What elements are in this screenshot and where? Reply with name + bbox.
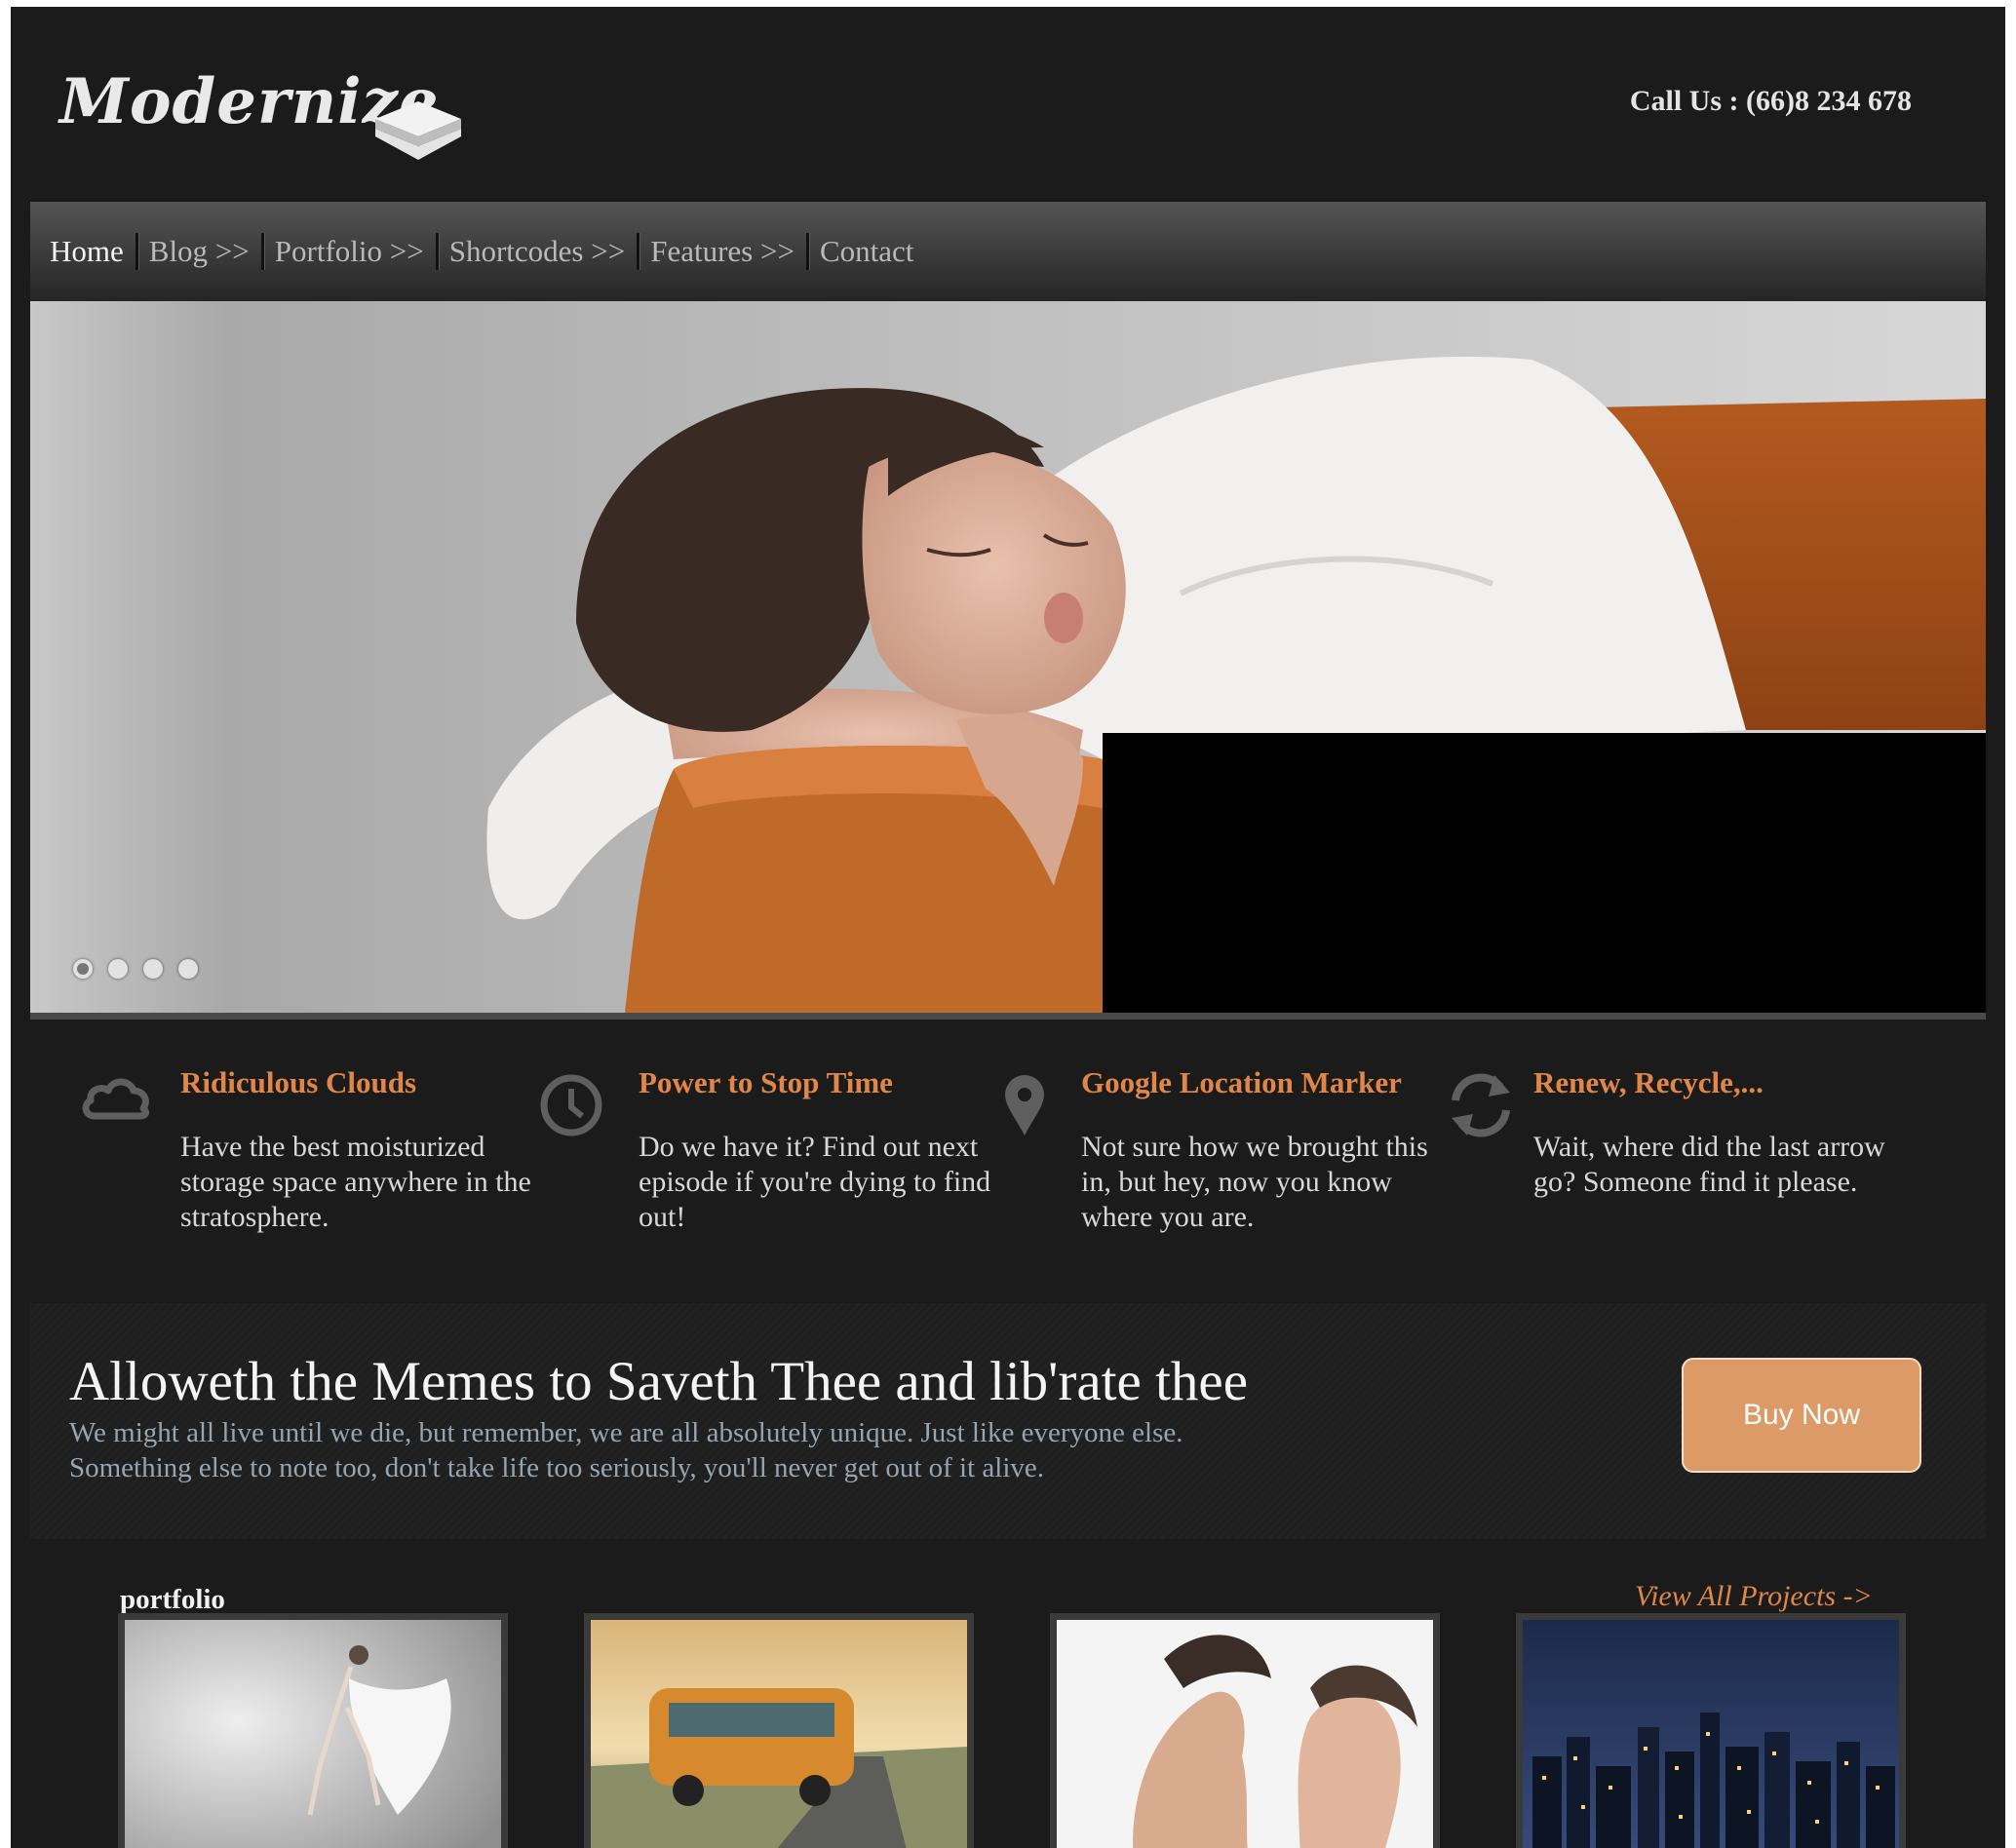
- feature-title: Renew, Recycle,...: [1533, 1065, 1764, 1099]
- promo-line-2: Something else to note too, don't take l…: [69, 1452, 1045, 1483]
- city-night-image: [1523, 1620, 1899, 1848]
- slide-caption-box: [1103, 733, 1986, 1013]
- buy-now-button[interactable]: Buy Now: [1682, 1358, 1921, 1473]
- slider-dot-2[interactable]: [108, 959, 128, 979]
- nav-item-home[interactable]: Home: [50, 234, 124, 269]
- nav-item-blog[interactable]: Blog >>: [149, 234, 250, 269]
- nav-separator: [135, 233, 138, 270]
- nav-separator: [435, 233, 439, 270]
- feature-title: Google Location Marker: [1081, 1065, 1402, 1099]
- portfolio-thumb-3[interactable]: [1050, 1613, 1440, 1848]
- nav-item-features[interactable]: Features >>: [650, 234, 795, 269]
- feature-title: Power to Stop Time: [639, 1065, 893, 1099]
- dancer-image: [125, 1620, 501, 1848]
- feature-text: Do we have it? Find out next episode if …: [639, 1131, 991, 1233]
- promo-line-1: We might all live until we die, but reme…: [69, 1417, 1183, 1448]
- view-all-projects-link[interactable]: View All Projects ->: [1635, 1580, 1873, 1613]
- promo-heading: Alloweth the Memes to Saveth Thee and li…: [69, 1351, 1249, 1412]
- hero-slider[interactable]: [30, 301, 1986, 1013]
- feature-text: Wait, where did the last arrow go? Someo…: [1533, 1131, 1885, 1198]
- promo-banner: Alloweth the Memes to Saveth Thee and li…: [30, 1303, 1986, 1539]
- portfolio-thumb-1[interactable]: [118, 1613, 508, 1848]
- feature-text: Have the best moisturized storage space …: [180, 1131, 531, 1233]
- feature-title: Ridiculous Clouds: [180, 1065, 417, 1099]
- location-marker-icon: [1005, 1075, 1044, 1136]
- portfolio-title: portfolio: [120, 1584, 225, 1615]
- slider-dot-4[interactable]: [178, 959, 198, 979]
- nav-item-contact[interactable]: Contact: [820, 234, 913, 269]
- call-us-text: Call Us : (66)8 234 678: [1629, 85, 1912, 117]
- slider-dot-3[interactable]: [143, 959, 163, 979]
- nav-item-portfolio[interactable]: Portfolio >>: [275, 234, 424, 269]
- layers-logo-icon: [375, 101, 461, 160]
- nav-separator: [805, 233, 809, 270]
- nav-separator: [260, 233, 264, 270]
- slider-dot-1[interactable]: [73, 959, 93, 979]
- portfolio-thumb-4[interactable]: [1516, 1613, 1906, 1848]
- portfolio-thumb-2[interactable]: [584, 1613, 974, 1848]
- cloud-icon: [82, 1078, 149, 1120]
- slider-pagination: [73, 959, 198, 979]
- bus-image: [591, 1620, 967, 1848]
- nav-separator: [637, 233, 640, 270]
- nav-item-shortcodes[interactable]: Shortcodes >>: [449, 234, 625, 269]
- main-nav: Home Blog >> Portfolio >> Shortcodes >> …: [30, 202, 1986, 301]
- page: Modernize Call Us : (66)8 234 678 Home B…: [11, 7, 2005, 1848]
- promo-subtext: We might all live until we die, but reme…: [69, 1415, 1182, 1485]
- slider-divider: [30, 1013, 1986, 1020]
- clock-icon: [540, 1074, 602, 1136]
- feature-text: Not sure how we brought this in, but hey…: [1081, 1131, 1428, 1233]
- couple-image: [1057, 1620, 1433, 1848]
- recycle-icon: [1452, 1073, 1510, 1137]
